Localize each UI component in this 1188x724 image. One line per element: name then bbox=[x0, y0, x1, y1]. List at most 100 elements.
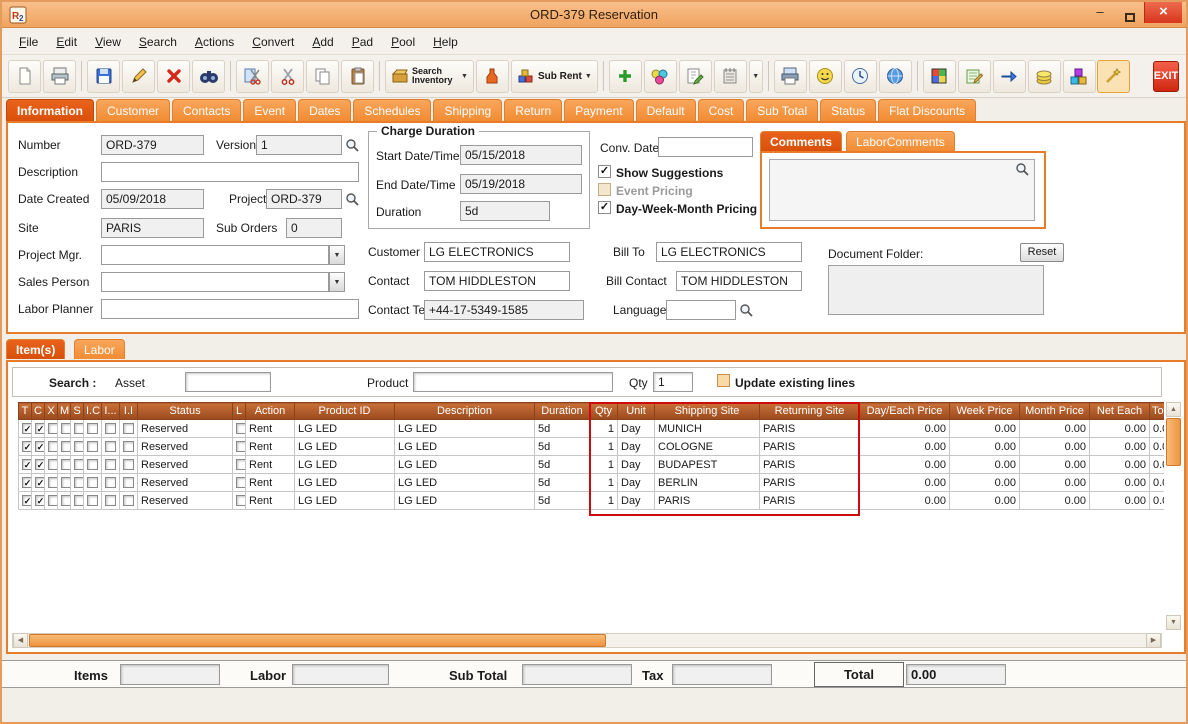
tab-status[interactable]: Status bbox=[820, 99, 877, 121]
version-field[interactable]: 1 bbox=[256, 135, 342, 155]
checkbox[interactable] bbox=[48, 495, 57, 507]
cell-action[interactable]: Rent bbox=[245, 437, 295, 456]
checkbox-checked[interactable]: ✓ bbox=[35, 459, 44, 471]
table-row[interactable]: ✓ ✓ Reserved Rent LG LED LG LED 5d 1 Day BERLIN P… bbox=[18, 473, 1164, 492]
cell-qty[interactable]: 1 bbox=[589, 473, 618, 492]
checkbox[interactable] bbox=[87, 459, 98, 471]
search-inventory-button[interactable]: Search Inventory ▼ bbox=[385, 59, 474, 93]
event-pricing-checkbox[interactable] bbox=[598, 183, 611, 196]
menu-convert[interactable]: Convert bbox=[243, 31, 303, 53]
tab-return[interactable]: Return bbox=[504, 99, 563, 121]
cell-returning-site[interactable]: PARIS bbox=[759, 473, 860, 492]
cell-status[interactable]: Reserved bbox=[137, 455, 233, 474]
cell-action[interactable]: Rent bbox=[245, 473, 295, 492]
cell-status[interactable]: Reserved bbox=[137, 437, 233, 456]
pad-dropdown-button[interactable]: ▼ bbox=[748, 59, 763, 93]
cell-product-id[interactable]: LG LED bbox=[294, 455, 395, 474]
menu-help[interactable]: Help bbox=[424, 31, 467, 53]
tab-labor-comments[interactable]: LaborComments bbox=[846, 131, 955, 151]
cell-qty[interactable]: 1 bbox=[589, 419, 618, 438]
add-line-button[interactable] bbox=[608, 59, 642, 93]
delete-button[interactable] bbox=[157, 59, 190, 93]
checkbox[interactable] bbox=[105, 459, 116, 471]
checkbox[interactable] bbox=[105, 441, 116, 453]
cell-shipping-site[interactable]: PARIS bbox=[654, 491, 760, 510]
cell-month-price[interactable]: 0.00 bbox=[1019, 473, 1090, 492]
cell-week-price[interactable]: 0.00 bbox=[949, 491, 1020, 510]
checkbox[interactable] bbox=[61, 477, 70, 489]
checkbox[interactable] bbox=[105, 423, 116, 435]
cell-day-each-price[interactable]: 0.00 bbox=[859, 419, 950, 438]
cell-net-each[interactable]: 0.00 bbox=[1089, 473, 1150, 492]
print-button[interactable] bbox=[43, 59, 76, 93]
cell-duration[interactable]: 5d bbox=[534, 419, 590, 438]
end-date-field[interactable]: 05/19/2018 bbox=[460, 174, 582, 194]
cell-description[interactable]: LG LED bbox=[394, 437, 535, 456]
sales-person-dropdown-button[interactable]: ▼ bbox=[329, 272, 345, 292]
cell-tot[interactable]: 0.00 bbox=[1149, 473, 1164, 492]
cell-net-each[interactable]: 0.00 bbox=[1089, 437, 1150, 456]
smiley-button[interactable] bbox=[808, 59, 842, 93]
checkbox[interactable] bbox=[236, 441, 245, 453]
site-print-button[interactable] bbox=[773, 59, 807, 93]
product-input[interactable] bbox=[413, 372, 613, 392]
money-button[interactable] bbox=[1027, 59, 1061, 93]
menu-add[interactable]: Add bbox=[303, 31, 342, 53]
cell-duration[interactable]: 5d bbox=[534, 455, 590, 474]
cell-qty[interactable]: 1 bbox=[589, 455, 618, 474]
checkbox[interactable] bbox=[236, 459, 245, 471]
labor-planner-field[interactable] bbox=[101, 299, 359, 319]
tab-labor[interactable]: Labor bbox=[74, 339, 125, 359]
bill-contact-field[interactable]: TOM HIDDLESTON bbox=[676, 271, 802, 291]
scroll-down-button[interactable]: ▼ bbox=[1166, 615, 1181, 630]
cell-shipping-site[interactable]: MUNICH bbox=[654, 419, 760, 438]
table-row[interactable]: ✓ ✓ Reserved Rent LG LED LG LED 5d 1 Day MUNICH P… bbox=[18, 419, 1164, 438]
scroll-left-button[interactable]: ◀ bbox=[13, 633, 28, 648]
tab-dates[interactable]: Dates bbox=[298, 99, 352, 121]
cell-unit[interactable]: Day bbox=[617, 491, 655, 510]
cell-product-id[interactable]: LG LED bbox=[294, 419, 395, 438]
horizontal-scrollbar[interactable]: ◀ ▶ bbox=[12, 633, 1162, 648]
tab-event[interactable]: Event bbox=[243, 99, 297, 121]
table-row[interactable]: ✓ ✓ Reserved Rent LG LED LG LED 5d 1 Day PARIS PA… bbox=[18, 491, 1164, 510]
menu-pad[interactable]: Pad bbox=[343, 31, 382, 53]
checkbox[interactable] bbox=[123, 423, 134, 435]
checkbox-checked[interactable]: ✓ bbox=[22, 459, 31, 471]
tab-items[interactable]: Item(s) bbox=[6, 339, 66, 359]
cell-status[interactable]: Reserved bbox=[137, 419, 233, 438]
dwm-pricing-checkbox[interactable]: ✓ bbox=[598, 201, 611, 214]
cell-month-price[interactable]: 0.00 bbox=[1019, 419, 1090, 438]
contact-field[interactable]: TOM HIDDLESTON bbox=[424, 271, 570, 291]
cell-action[interactable]: Rent bbox=[245, 419, 295, 438]
cell-tot[interactable]: 0.00 bbox=[1149, 419, 1164, 438]
checkbox[interactable] bbox=[236, 477, 245, 489]
cut-document-button[interactable] bbox=[236, 59, 269, 93]
menu-search[interactable]: Search bbox=[130, 31, 186, 53]
tab-shipping[interactable]: Shipping bbox=[433, 99, 503, 121]
cell-duration[interactable]: 5d bbox=[534, 473, 590, 492]
site-field[interactable]: PARIS bbox=[101, 218, 204, 238]
comments-textarea[interactable] bbox=[769, 159, 1035, 221]
number-field[interactable]: ORD-379 bbox=[101, 135, 204, 155]
table-row[interactable]: ✓ ✓ Reserved Rent LG LED LG LED 5d 1 Day BUDAPES… bbox=[18, 455, 1164, 474]
find-button[interactable] bbox=[192, 59, 225, 93]
cell-month-price[interactable]: 0.00 bbox=[1019, 491, 1090, 510]
checkbox[interactable] bbox=[123, 459, 134, 471]
title-bar[interactable]: R2 ORD-379 Reservation – × bbox=[2, 2, 1186, 28]
cell-returning-site[interactable]: PARIS bbox=[759, 437, 860, 456]
cell-product-id[interactable]: LG LED bbox=[294, 473, 395, 492]
magic-wand-button[interactable] bbox=[1096, 59, 1130, 93]
checkbox[interactable] bbox=[105, 477, 116, 489]
cell-action[interactable]: Rent bbox=[245, 455, 295, 474]
checkbox[interactable] bbox=[87, 441, 98, 453]
cell-description[interactable]: LG LED bbox=[394, 455, 535, 474]
checkbox[interactable] bbox=[61, 495, 70, 507]
language-field[interactable] bbox=[666, 300, 736, 320]
horizontal-scrollbar-thumb[interactable] bbox=[29, 634, 606, 647]
copy-button[interactable] bbox=[306, 59, 339, 93]
cell-returning-site[interactable]: PARIS bbox=[759, 419, 860, 438]
cell-net-each[interactable]: 0.00 bbox=[1089, 491, 1150, 510]
checkbox[interactable] bbox=[61, 459, 70, 471]
checkbox[interactable] bbox=[236, 423, 245, 435]
scroll-right-button[interactable]: ▶ bbox=[1146, 633, 1161, 648]
